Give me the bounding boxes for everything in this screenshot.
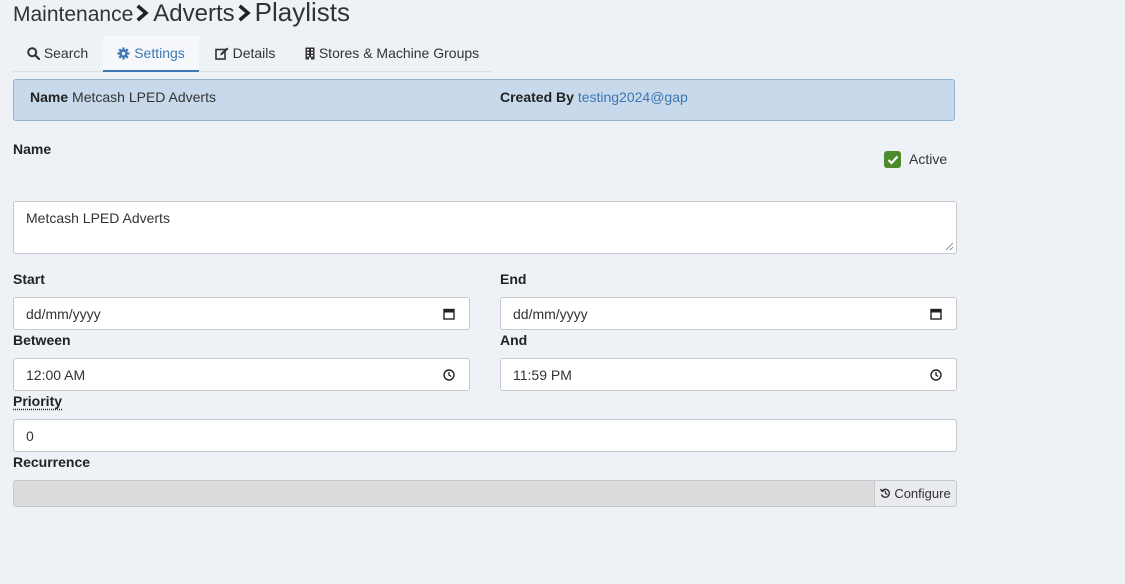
- breadcrumb-adverts[interactable]: Adverts: [153, 0, 234, 28]
- configure-label: Configure: [894, 486, 951, 501]
- configure-button[interactable]: Configure: [874, 480, 957, 507]
- end-date-input[interactable]: dd/mm/yyyy: [500, 297, 957, 330]
- priority-value: 0: [26, 427, 34, 444]
- info-panel: Name Metcash LPED Adverts Created By tes…: [13, 79, 955, 121]
- info-created-by: Created By testing2024@gap: [500, 89, 688, 105]
- search-icon: [27, 46, 40, 60]
- name-textarea-value: Metcash LPED Adverts: [26, 210, 170, 226]
- history-icon: [880, 488, 891, 498]
- tab-details[interactable]: Details: [202, 36, 288, 70]
- gear-icon: [117, 47, 130, 59]
- tab-search[interactable]: Search: [13, 36, 102, 70]
- breadcrumb: Maintenance Adverts Playlists: [13, 0, 350, 28]
- tab-bar: Search Settings Details Stores & Machine…: [13, 36, 492, 72]
- info-name-value: Metcash LPED Adverts: [72, 89, 216, 105]
- building-icon: [305, 47, 315, 59]
- between-time-value: 12:00 AM: [26, 366, 86, 383]
- tab-settings[interactable]: Settings: [103, 36, 199, 72]
- tab-stores-label: Stores & Machine Groups: [318, 45, 480, 61]
- and-time-value: 11:59 PM: [513, 366, 572, 383]
- end-date-placeholder: dd/mm/yyyy: [513, 305, 588, 322]
- edit-icon: [214, 47, 229, 60]
- calendar-icon[interactable]: [443, 308, 455, 320]
- resize-grip-icon[interactable]: [945, 242, 954, 251]
- active-checkbox[interactable]: [884, 151, 901, 168]
- breadcrumb-maintenance[interactable]: Maintenance: [13, 3, 133, 27]
- and-time-input[interactable]: 11:59 PM: [500, 358, 957, 391]
- calendar-icon[interactable]: [930, 308, 942, 320]
- info-name-label: Name: [30, 89, 69, 105]
- recurrence-label: Recurrence: [13, 454, 91, 470]
- tab-settings-label: Settings: [134, 45, 185, 61]
- created-by-link[interactable]: testing2024@gap: [578, 89, 688, 105]
- tab-search-label: Search: [43, 45, 89, 61]
- recurrence-input: [13, 480, 875, 507]
- tab-details-label: Details: [232, 45, 276, 61]
- check-icon: [887, 155, 898, 165]
- between-time-input[interactable]: 12:00 AM: [13, 358, 470, 391]
- between-label: Between: [13, 332, 71, 348]
- chevron-right-icon: [237, 1, 253, 25]
- info-name: Name Metcash LPED Adverts: [30, 89, 216, 105]
- chevron-right-icon: [135, 1, 151, 25]
- end-label: End: [500, 271, 527, 287]
- name-label: Name: [13, 141, 52, 157]
- priority-label: Priority: [13, 393, 63, 409]
- page-title: Playlists: [254, 0, 350, 27]
- tab-stores-machine-groups[interactable]: Stores & Machine Groups: [292, 36, 492, 70]
- clock-icon[interactable]: [443, 368, 455, 381]
- start-date-input[interactable]: dd/mm/yyyy: [13, 297, 470, 330]
- start-label: Start: [13, 271, 45, 287]
- name-textarea[interactable]: Metcash LPED Adverts: [13, 201, 957, 254]
- and-label: And: [500, 332, 528, 348]
- info-created-label: Created By: [500, 89, 574, 105]
- active-label: Active: [909, 151, 948, 167]
- clock-icon[interactable]: [930, 368, 942, 381]
- start-date-placeholder: dd/mm/yyyy: [26, 305, 101, 322]
- priority-input[interactable]: 0: [13, 419, 957, 452]
